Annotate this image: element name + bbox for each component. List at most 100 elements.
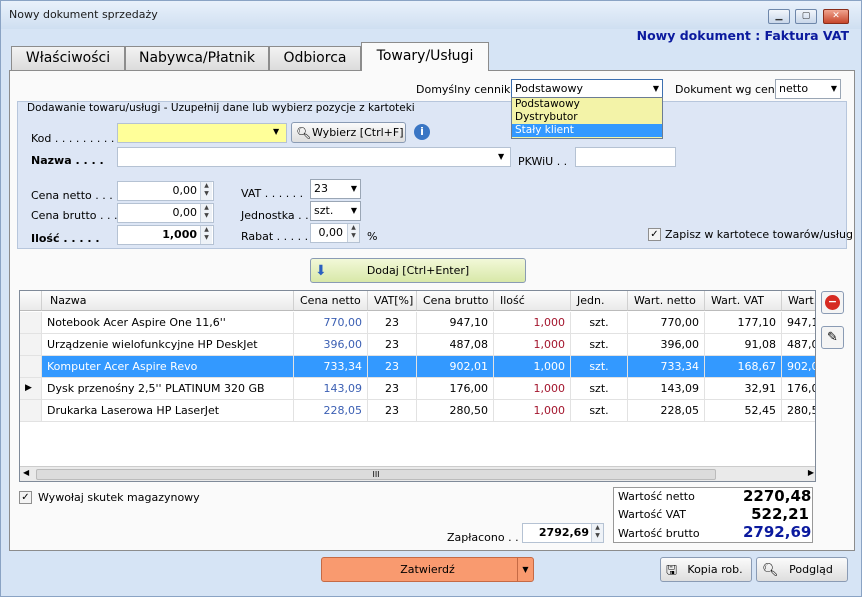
column-header-wart-vat[interactable]: Wart. VAT [705, 291, 782, 311]
save-icon: 🖫 [666, 563, 678, 578]
confirm-label: Zatwierdź [400, 563, 455, 576]
delete-item-button[interactable]: − [821, 291, 844, 314]
jednostka-select[interactable]: szt. ▼ [310, 201, 361, 221]
table-row[interactable]: Komputer Acer Aspire Revo 733,34 23 902,01 1… [20, 356, 815, 378]
row-selector[interactable] [20, 356, 42, 378]
docprice-label: Dokument wg cen : [675, 83, 782, 96]
maximize-button[interactable]: ▢ [795, 9, 817, 24]
table-cell-cena-brutto: 176,00 [417, 378, 494, 400]
tab-recipient[interactable]: Odbiorca [269, 46, 361, 70]
save-to-catalog-checkbox[interactable]: ✓ [648, 228, 661, 241]
warehouse-effect-checkbox[interactable]: ✓ [19, 491, 32, 504]
table-cell-wart-vat: 168,67 [705, 356, 782, 378]
add-item-button[interactable]: ⬇ Dodaj [Ctrl+Enter] [310, 258, 526, 283]
confirm-button[interactable]: Zatwierdź ▼ [321, 557, 534, 582]
arrow-left-icon[interactable]: ◀ [23, 468, 29, 477]
current-row-pointer-icon[interactable]: ▶ [20, 378, 42, 400]
kod-input[interactable] [117, 123, 287, 143]
column-header-cena-netto[interactable]: Cena netto [294, 291, 368, 311]
table-cell-jedn: szt. [571, 312, 628, 334]
total-gross-value: 2792,69 [743, 523, 812, 541]
table-cell-vat: 23 [368, 356, 417, 378]
table-cell-cena-brutto: 487,08 [417, 334, 494, 356]
column-header-nazwa[interactable]: Nazwa [42, 291, 294, 311]
ilosc-stepper[interactable]: ▲ ▼ [200, 226, 212, 244]
rabat-unit: % [367, 230, 378, 243]
pricelist-select[interactable]: Podstawowy ▼ [511, 79, 663, 99]
pricelist-label: Domyślny cennik : [416, 83, 518, 96]
pricelist-option[interactable]: Stały klient [512, 124, 662, 137]
paid-label: Zapłacono . . [447, 531, 519, 544]
horizontal-scrollbar[interactable]: ◀ III ▶ [20, 466, 815, 481]
table-cell-wart-brutto: 902,01 [782, 356, 815, 378]
add-item-label: Dodaj [Ctrl+Enter] [366, 264, 470, 277]
total-net-label: Wartość netto [618, 490, 695, 503]
pkwiu-input[interactable] [575, 147, 676, 167]
chevron-down-icon[interactable]: ▼ [273, 127, 279, 136]
tab-properties[interactable]: Właściwości [11, 46, 125, 70]
minimize-button[interactable]: ▁ [768, 9, 790, 24]
pricelist-option[interactable]: Dystrybutor [512, 111, 662, 124]
scrollbar-thumb[interactable]: III [36, 469, 716, 480]
table-cell-wart-vat: 91,08 [705, 334, 782, 356]
tab-buyer[interactable]: Nabywca/Płatnik [125, 46, 269, 70]
column-header-wart-netto[interactable]: Wart. netto [628, 291, 705, 311]
table-cell-vat: 23 [368, 400, 417, 422]
table-cell-ilosc: 1,000 [494, 312, 571, 334]
docprice-select[interactable]: netto ▼ [775, 79, 841, 99]
row-selector[interactable] [20, 312, 42, 334]
pricelist-dropdown[interactable]: Podstawowy Dystrybutor Stały klient [511, 97, 663, 139]
rabat-label: Rabat . . . . . [241, 230, 309, 243]
rabat-stepper[interactable]: ▲ ▼ [347, 224, 359, 242]
table-row[interactable]: Urządzenie wielofunkcyjne HP DeskJet 396,… [20, 334, 815, 356]
pricelist-option[interactable]: Podstawowy [512, 98, 662, 111]
vat-select[interactable]: 23 ▼ [310, 179, 361, 199]
edit-icon: ✎ [827, 330, 838, 345]
table-cell-cena-netto: 770,00 [294, 312, 368, 334]
table-cell-ilosc: 1,000 [494, 378, 571, 400]
table-cell-nazwa: Urządzenie wielofunkcyjne HP DeskJet [42, 334, 294, 356]
preview-button[interactable]: 🔍︎ Podgląd [756, 557, 848, 582]
close-button[interactable]: ✕ [823, 9, 849, 24]
arrow-right-icon[interactable]: ▶ [808, 468, 814, 477]
brutto-stepper[interactable]: ▲ ▼ [200, 204, 212, 222]
netto-label: Cena netto . . . [31, 189, 113, 202]
table-cell-nazwa: Drukarka Laserowa HP LaserJet [42, 400, 294, 422]
choose-item-button[interactable]: 🔍︎ Wybierz [Ctrl+F] [291, 122, 406, 143]
column-header-cena-brutto[interactable]: Cena brutto [417, 291, 494, 311]
column-header-ilosc[interactable]: Ilość [494, 291, 571, 311]
nazwa-input[interactable] [117, 147, 511, 167]
edit-item-button[interactable]: ✎ [821, 326, 844, 349]
info-icon[interactable]: i [414, 124, 430, 140]
table-cell-ilosc: 1,000 [494, 356, 571, 378]
table-row[interactable]: Drukarka Laserowa HP LaserJet 228,05 23 280… [20, 400, 815, 422]
total-vat-label: Wartość VAT [618, 508, 686, 521]
items-table[interactable]: Nazwa Cena netto VAT[%] Cena brutto Iloś… [19, 290, 816, 482]
chevron-down-icon[interactable]: ▼ [517, 558, 533, 581]
brutto-label: Cena brutto . . . [31, 209, 118, 222]
pkwiu-label: PKWiU . . [518, 155, 568, 168]
column-header-wart-brutto[interactable]: Wart. brutto [782, 291, 815, 311]
jednostka-value: szt. [314, 204, 334, 217]
chevron-down-icon[interactable]: ▼ [498, 152, 504, 161]
table-cell-jedn: szt. [571, 378, 628, 400]
table-cell-wart-brutto: 176,00 [782, 378, 815, 400]
working-copy-button[interactable]: 🖫 Kopia rob. [660, 557, 752, 582]
table-row[interactable]: ▶ Dysk przenośny 2,5'' PLATINUM 320 GB 143… [20, 378, 815, 400]
tab-goods-services[interactable]: Towary/Usługi [361, 42, 489, 71]
netto-stepper[interactable]: ▲ ▼ [200, 182, 212, 200]
save-to-catalog-label: Zapisz w kartotece towarów/usług [665, 228, 853, 241]
column-header-vat[interactable]: VAT[%] [368, 291, 417, 311]
document-type-title: Nowy dokument : Faktura VAT [636, 28, 849, 43]
row-selector[interactable] [20, 400, 42, 422]
working-copy-label: Kopia rob. [687, 563, 743, 576]
table-cell-cena-brutto: 280,50 [417, 400, 494, 422]
chevron-down-icon: ▼ [350, 206, 357, 215]
preview-label: Podgląd [789, 563, 833, 576]
chevron-down-icon: ▼ [830, 84, 837, 93]
column-header-jedn[interactable]: Jedn. [571, 291, 628, 311]
row-selector[interactable] [20, 334, 42, 356]
paid-stepper[interactable]: ▲ ▼ [591, 524, 603, 542]
table-row[interactable]: Notebook Acer Aspire One 11,6'' 770,00 23 9… [20, 312, 815, 334]
chevron-down-icon: ▼ [652, 84, 659, 93]
